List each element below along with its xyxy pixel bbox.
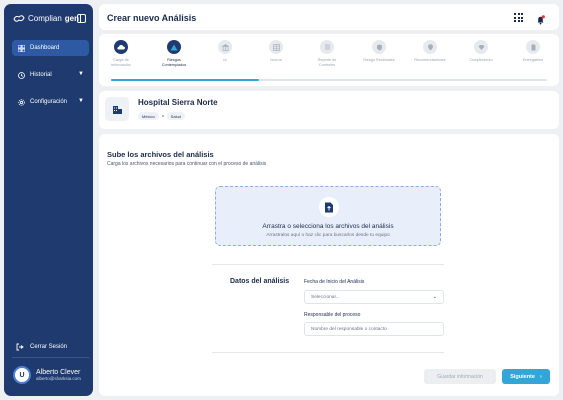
user-name: Alberto Clever — [36, 369, 81, 376]
step-circle — [218, 40, 232, 54]
progress-bar — [111, 79, 547, 81]
step-entregables[interactable]: Entregables — [515, 40, 551, 63]
step-circle — [474, 40, 488, 54]
notification-bell[interactable] — [536, 12, 545, 30]
dropzone-title: Arrastra o selecciona los archivos del a… — [262, 223, 394, 230]
location-pin-icon — [427, 43, 433, 50]
cloud-upload-icon — [117, 45, 125, 50]
step-label: Riesgo Residuales — [363, 58, 395, 62]
date-field-label: Fecha de Inicio del Análisis — [304, 279, 365, 285]
next-button[interactable]: Siguiente › — [502, 369, 550, 384]
step-label: Riesgos Contemplados — [161, 58, 187, 67]
grid-icon — [18, 44, 25, 52]
chevron-down-icon[interactable]: ▼ — [78, 98, 84, 104]
bank-icon — [221, 43, 229, 51]
step-circle — [320, 40, 334, 54]
logout-icon — [16, 343, 24, 351]
step-circle — [526, 40, 540, 54]
step-label: Carga de información — [111, 58, 131, 67]
section-heading: Sube los archivos del análisis — [107, 150, 214, 159]
warning-icon — [170, 44, 178, 50]
step-circle — [114, 40, 128, 54]
sidebar-divider — [12, 357, 89, 358]
chevron-down-icon[interactable]: ▼ — [78, 71, 84, 77]
step-label: Norma — [270, 58, 282, 62]
sidebar-item-dashboard[interactable]: Dashboard — [12, 40, 89, 56]
building-icon — [105, 97, 129, 121]
chevron-right-icon: › — [539, 373, 542, 380]
responsable-placeholder: Nombre del responsable o contacto — [311, 326, 387, 332]
sidebar: Complian gen Dashboard Historial ▼ Config… — [4, 4, 93, 396]
hospital-card: Hospital Sierra Norte México Salud — [99, 91, 559, 129]
hospital-name: Hospital Sierra Norte — [138, 98, 218, 107]
bell-icon — [537, 15, 545, 25]
top-bar: Crear nuevo Análisis — [99, 4, 559, 30]
step-ia[interactable]: IA — [207, 40, 243, 63]
step-residuales[interactable]: Riesgo Residuales — [361, 40, 397, 63]
history-icon — [18, 71, 25, 79]
step-carga[interactable]: Carga de información — [103, 40, 139, 67]
hospital-tags: México Salud — [138, 112, 185, 120]
section-subtext: Carga los archivos necesarios para conti… — [107, 161, 267, 167]
report-icon — [324, 44, 330, 49]
dropzone-subtext: Arrastralos aquí o haz clic para buscarl… — [266, 233, 390, 238]
diamond-icon — [478, 44, 484, 50]
step-recomendaciones[interactable]: Recomendaciones — [412, 40, 448, 63]
progress-fill — [111, 79, 260, 81]
logo: Complian gen — [13, 14, 79, 23]
logout-button[interactable]: Cerrar Sesión — [16, 343, 67, 351]
logo-icon — [13, 15, 25, 22]
form-section-label: Datos del análisis — [230, 278, 290, 285]
tag-sector: Salud — [166, 112, 185, 120]
collapse-sidebar-icon[interactable] — [77, 14, 86, 23]
responsable-field-label: Responsable del proceso — [304, 312, 361, 318]
step-label: Reporte de Controles — [317, 58, 337, 67]
sidebar-item-label: Configuración — [30, 99, 68, 105]
divider — [212, 264, 444, 265]
gear-icon — [18, 98, 25, 106]
step-circle — [269, 40, 283, 54]
step-label: Recomendaciones — [414, 58, 446, 62]
table-icon — [272, 43, 280, 51]
sidebar-item-historial[interactable]: Historial ▼ — [12, 67, 89, 83]
date-select-value: Seleccionar... — [311, 294, 340, 300]
upload-file-icon — [319, 197, 339, 217]
step-riesgos[interactable]: Riesgos Contemplados — [156, 40, 192, 67]
step-norma[interactable]: Norma — [258, 40, 294, 63]
shield-icon — [376, 44, 382, 50]
user-email: alberto@sharksia.com — [36, 376, 81, 381]
sidebar-item-configuracion[interactable]: Configuración ▼ — [12, 94, 89, 110]
steps-card: Carga de información Riesgos Contemplado… — [99, 34, 559, 86]
next-button-label: Siguiente — [510, 373, 535, 380]
upload-panel: Sube los archivos del análisis Carga los… — [99, 134, 559, 396]
step-circle — [423, 40, 437, 54]
avatar: U — [13, 366, 31, 384]
step-circle — [372, 40, 386, 54]
sidebar-item-label: Historial — [30, 72, 52, 78]
sidebar-item-label: Dashboard — [30, 45, 60, 51]
responsable-input[interactable]: Nombre del responsable o contacto — [304, 322, 444, 336]
step-reporte[interactable]: Reporte de Controles — [309, 40, 345, 67]
date-select[interactable]: Seleccionar... ⌄ — [304, 290, 444, 304]
user-profile[interactable]: U Alberto Clever alberto@sharksia.com — [13, 366, 81, 384]
logo-text-light: Complian — [28, 14, 62, 23]
separator-dot — [161, 115, 164, 117]
tag-country: México — [138, 112, 159, 120]
step-label: Cumplimiento — [469, 58, 493, 62]
page-title: Crear nuevo Análisis — [107, 13, 197, 23]
step-cumplimiento[interactable]: Cumplimiento — [463, 40, 499, 63]
divider — [212, 352, 444, 353]
file-dropzone[interactable]: Arrastra o selecciona los archivos del a… — [215, 186, 441, 246]
logout-label: Cerrar Sesión — [30, 344, 68, 350]
step-label: IA — [223, 58, 227, 62]
apps-grid-icon[interactable] — [514, 13, 523, 22]
step-label: Entregables — [522, 58, 544, 62]
step-circle — [167, 40, 181, 54]
save-button[interactable]: Guardar información — [424, 369, 496, 384]
document-icon — [531, 44, 535, 50]
chevron-down-icon: ⌄ — [432, 294, 437, 300]
